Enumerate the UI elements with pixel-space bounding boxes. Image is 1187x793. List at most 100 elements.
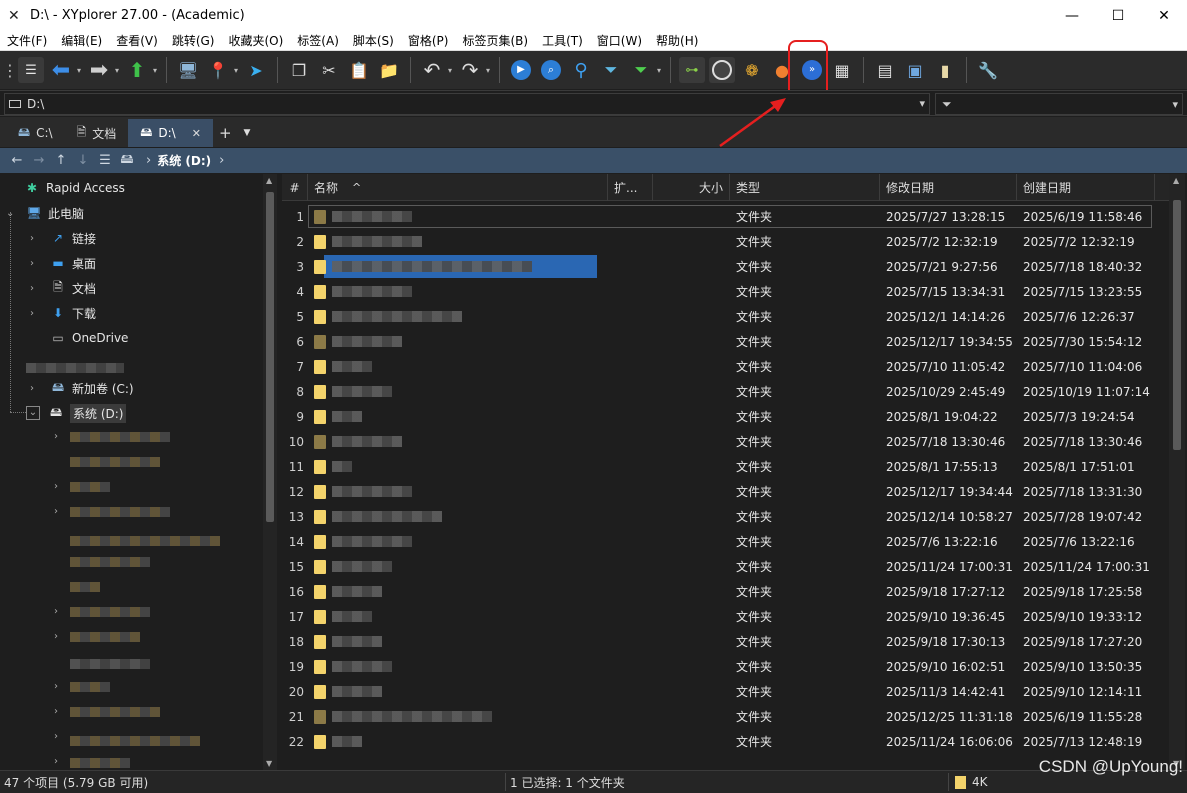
dark-mode-button[interactable] xyxy=(709,57,735,83)
tree-item-downloads[interactable]: › ⬇ 下载 xyxy=(30,302,96,324)
table-row[interactable]: 3 文件夹 2025/7/21 9:27:56 2025/7/18 18:40:32 xyxy=(282,254,1169,279)
menu-button[interactable]: ☰ xyxy=(18,57,44,83)
tree-item-desktop[interactable]: › ▬ 桌面 xyxy=(30,252,96,274)
find-button[interactable]: ⚲ xyxy=(568,57,594,83)
minimize-button[interactable]: — xyxy=(1049,0,1095,31)
menu-tools[interactable]: 工具(T) xyxy=(535,32,590,49)
chevron-right-icon[interactable]: › xyxy=(54,631,58,642)
chevron-right-icon[interactable]: › xyxy=(54,606,58,617)
table-row[interactable]: 12 文件夹 2025/12/17 19:34:44 2025/7/18 13:31:… xyxy=(282,479,1169,504)
scrollbar-thumb[interactable] xyxy=(266,192,274,522)
column-header-modified[interactable]: 修改日期 xyxy=(880,174,1017,201)
table-row[interactable]: 17 文件夹 2025/9/10 19:36:45 2025/9/10 19:33:1… xyxy=(282,604,1169,629)
table-row[interactable]: 1 文件夹 2025/7/27 13:28:15 2025/6/19 11:58:46 xyxy=(282,204,1169,229)
menu-go[interactable]: 跳转(G) xyxy=(165,32,222,49)
forward-icon[interactable]: → xyxy=(28,153,50,168)
green-filter-button[interactable]: ⏷ ▾ xyxy=(628,57,661,83)
maximize-button[interactable]: ☐ xyxy=(1095,0,1141,31)
forward-button[interactable]: ➡ ▾ xyxy=(86,57,119,83)
table-row[interactable]: 2 文件夹 2025/7/2 12:32:19 2025/7/2 12:32:19 xyxy=(282,229,1169,254)
table-row[interactable]: 7 文件夹 2025/7/10 11:05:42 2025/7/10 11:04:06 xyxy=(282,354,1169,379)
tree-item-rapid-access[interactable]: ✱ Rapid Access xyxy=(24,177,125,199)
window-button[interactable]: ▣ xyxy=(902,57,928,83)
chevron-right-icon[interactable]: › xyxy=(146,153,151,168)
note-button[interactable]: ▮ xyxy=(932,57,958,83)
cut-button[interactable]: ✂ xyxy=(316,57,342,83)
filter-field[interactable]: ⏷ ▾ xyxy=(935,93,1183,115)
chevron-right-icon[interactable]: › xyxy=(30,308,42,319)
chevron-down-icon[interactable]: ⌄ xyxy=(26,406,40,420)
menu-file[interactable]: 文件(F) xyxy=(0,32,54,49)
column-header-name[interactable]: 名称 ^ xyxy=(308,174,608,201)
chevron-right-icon[interactable]: › xyxy=(219,153,224,168)
column-header-size[interactable]: 大小 xyxy=(653,174,730,201)
list-icon[interactable]: ☰ xyxy=(94,153,116,168)
table-row[interactable]: 14 文件夹 2025/7/6 13:22:16 2025/7/6 13:22:16 xyxy=(282,529,1169,554)
paste-button[interactable]: 📋 xyxy=(346,57,372,83)
tree-item-onedrive[interactable]: ▭ OneDrive xyxy=(50,327,128,349)
tree-item-links[interactable]: › ↗ 链接 xyxy=(30,227,96,249)
chevron-right-icon[interactable]: › xyxy=(54,481,58,492)
chevron-right-icon[interactable]: › xyxy=(54,431,58,442)
filter-button[interactable]: ⏷ xyxy=(598,57,624,83)
tree-item-new-volume-c[interactable]: › 🖴 新加卷 (C:) xyxy=(30,377,134,399)
tab-d-drive[interactable]: 🖴 D:\ ✕ xyxy=(128,119,213,147)
table-row[interactable]: 21 文件夹 2025/12/25 11:31:18 2025/6/19 11:55:… xyxy=(282,704,1169,729)
menu-tags[interactable]: 标签(A) xyxy=(290,32,346,49)
chevron-down-icon[interactable]: ▾ xyxy=(1172,98,1178,111)
table-row[interactable]: 10 文件夹 2025/7/18 13:30:46 2025/7/18 13:30:4… xyxy=(282,429,1169,454)
column-header-created[interactable]: 创建日期 xyxy=(1017,174,1155,201)
menu-edit[interactable]: 编辑(E) xyxy=(54,32,109,49)
tree-item-system-d[interactable]: ⌄ 🖴 系统 (D:) xyxy=(26,402,127,424)
table-row[interactable]: 5 文件夹 2025/12/1 14:14:26 2025/7/6 12:26:37 xyxy=(282,304,1169,329)
chevron-down-icon[interactable]: ⌄ xyxy=(6,208,18,219)
chevron-right-icon[interactable]: › xyxy=(54,681,58,692)
menu-window[interactable]: 窗口(W) xyxy=(590,32,649,49)
tree-button[interactable]: ⊶ xyxy=(679,57,705,83)
back-button[interactable]: ⬅ ▾ xyxy=(48,57,81,83)
table-row[interactable]: 4 文件夹 2025/7/15 13:34:31 2025/7/15 13:23:55 xyxy=(282,279,1169,304)
location-button[interactable]: 📍 ▾ xyxy=(205,57,238,83)
cursor-button[interactable]: ➤ xyxy=(243,57,269,83)
chevron-right-icon[interactable]: › xyxy=(30,383,42,394)
table-row[interactable]: 22 文件夹 2025/11/24 16:06:06 2025/7/13 12:48:… xyxy=(282,729,1169,754)
chevron-down-icon[interactable]: ▾ xyxy=(919,97,925,110)
tools-button[interactable]: 🔧 xyxy=(975,57,1001,83)
tree-item-documents[interactable]: › 🗎 文档 xyxy=(30,277,96,299)
table-row[interactable]: 13 文件夹 2025/12/14 10:58:27 2025/7/28 19:07:… xyxy=(282,504,1169,529)
copy-button[interactable]: ❐ xyxy=(286,57,312,83)
chevron-right-icon[interactable]: › xyxy=(30,258,42,269)
table-row[interactable]: 19 文件夹 2025/9/10 16:02:51 2025/9/10 13:50:3… xyxy=(282,654,1169,679)
tab-documents[interactable]: 🗎 文档 xyxy=(65,119,129,147)
chevron-right-icon[interactable]: › xyxy=(30,233,42,244)
table-row[interactable]: 15 文件夹 2025/11/24 17:00:31 2025/11/24 17:00… xyxy=(282,554,1169,579)
new-folder-button[interactable]: 📁 xyxy=(376,57,402,83)
grid-button[interactable]: ▦ xyxy=(829,57,855,83)
chevron-right-icon[interactable]: › xyxy=(54,756,58,767)
table-row[interactable]: 8 文件夹 2025/10/29 2:45:49 2025/10/19 11:07:1… xyxy=(282,379,1169,404)
up-button[interactable]: ⬆ ▾ xyxy=(124,57,157,83)
scroll-up-icon[interactable]: ▲ xyxy=(266,176,272,185)
table-row[interactable]: 6 文件夹 2025/12/17 19:34:55 2025/7/30 15:54:1… xyxy=(282,329,1169,354)
up-icon[interactable]: ↑ xyxy=(50,153,72,168)
menu-scripts[interactable]: 脚本(S) xyxy=(346,32,401,49)
menu-panes[interactable]: 窗格(P) xyxy=(401,32,456,49)
tree-scrollbar[interactable]: ▲ ▼ xyxy=(263,174,277,770)
pane-button[interactable]: ▤ xyxy=(872,57,898,83)
close-button[interactable]: ✕ xyxy=(1141,0,1187,31)
chevron-right-icon[interactable]: › xyxy=(30,283,42,294)
play-button[interactable]: ▶ xyxy=(508,57,534,83)
computer-button[interactable]: 🖥 xyxy=(175,57,201,83)
menu-favorites[interactable]: 收藏夹(O) xyxy=(221,32,290,49)
redo-button[interactable]: ↷ ▾ xyxy=(457,57,490,83)
column-header-type[interactable]: 类型 xyxy=(730,174,880,201)
scroll-up-icon[interactable]: ▲ xyxy=(1173,176,1179,185)
chevron-right-icon[interactable]: › xyxy=(54,506,58,517)
search-button[interactable]: ⌕ xyxy=(538,57,564,83)
table-row[interactable]: 16 文件夹 2025/9/18 17:27:12 2025/9/18 17:25:5… xyxy=(282,579,1169,604)
toolbar-grip-button[interactable]: ⋮ xyxy=(2,57,18,83)
back-icon[interactable]: ← xyxy=(6,153,28,168)
table-row[interactable]: 9 文件夹 2025/8/1 19:04:22 2025/7/3 19:24:54 xyxy=(282,404,1169,429)
column-header-ext[interactable]: 扩... xyxy=(608,174,653,201)
tab-list-button[interactable]: ▼ xyxy=(238,119,257,147)
